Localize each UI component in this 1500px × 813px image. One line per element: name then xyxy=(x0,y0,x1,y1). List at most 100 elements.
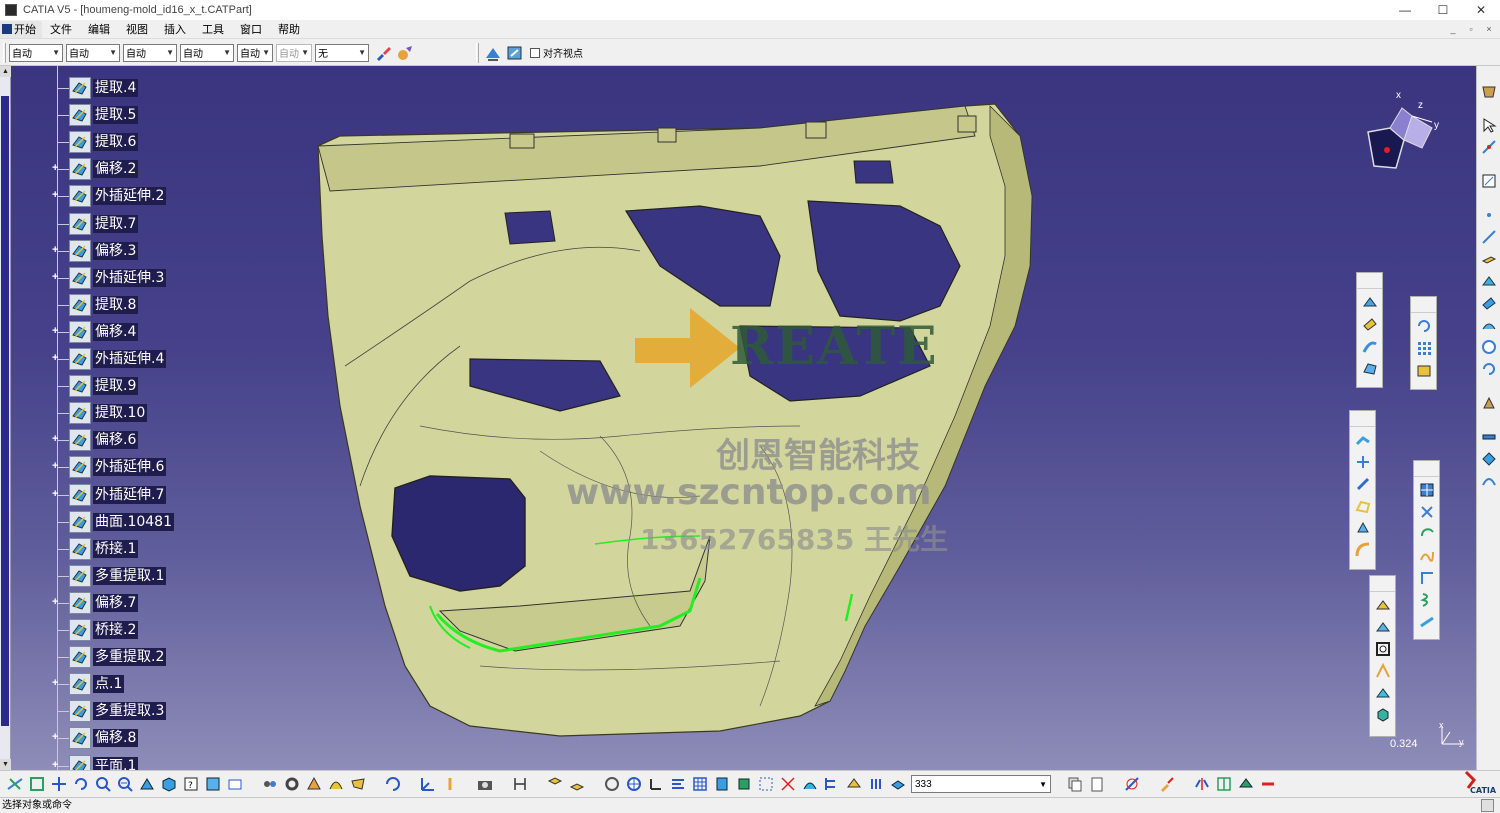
workbench-icon[interactable] xyxy=(1480,82,1498,100)
line-thickness-combo[interactable]: 自动 ▼ xyxy=(123,43,177,62)
transform-icon[interactable] xyxy=(1418,503,1436,521)
tree-item-label[interactable]: 偏移.7 xyxy=(93,593,139,612)
point-icon[interactable] xyxy=(1480,206,1498,224)
view-mode-icon[interactable] xyxy=(1236,774,1256,794)
curvature-map-icon[interactable] xyxy=(800,774,820,794)
fit-all-icon[interactable] xyxy=(27,774,47,794)
sheet-metal-icon[interactable] xyxy=(348,774,368,794)
paint-icon[interactable] xyxy=(1157,774,1177,794)
pattern-icon[interactable] xyxy=(1415,339,1433,357)
menu-tools[interactable]: 工具 xyxy=(194,21,232,37)
measure-between-icon[interactable] xyxy=(510,774,530,794)
update-icon[interactable] xyxy=(383,774,403,794)
projection-icon[interactable] xyxy=(1418,613,1436,631)
geometry-set-icon[interactable] xyxy=(545,774,565,794)
table-icon[interactable] xyxy=(690,774,710,794)
tree-item-label[interactable]: 偏移.4 xyxy=(93,322,139,341)
material-icon[interactable] xyxy=(1480,394,1498,412)
highlight-icon[interactable] xyxy=(844,774,864,794)
scroll-up-icon[interactable]: ▲ xyxy=(0,66,11,77)
align-view-checkbox[interactable]: 对齐视点 xyxy=(530,45,583,60)
cylinder-icon[interactable] xyxy=(1480,360,1498,378)
repetition-icon[interactable] xyxy=(1415,317,1433,335)
spin-icon[interactable] xyxy=(602,774,622,794)
connect-checker-icon[interactable] xyxy=(1374,596,1392,614)
extract-icon[interactable] xyxy=(1354,519,1372,537)
scroll-down-icon[interactable]: ▼ xyxy=(0,759,11,770)
cube-icon[interactable] xyxy=(1374,706,1392,724)
reframe-icon[interactable] xyxy=(1122,774,1142,794)
point-symbol-combo[interactable]: 自动 ▼ xyxy=(237,43,273,62)
surface-analysis-icon[interactable] xyxy=(1374,640,1392,658)
normal-view-icon[interactable] xyxy=(505,43,525,63)
tree-item-label[interactable]: 多重提取.1 xyxy=(93,566,167,585)
axis-icon[interactable] xyxy=(646,774,666,794)
porcupine-icon[interactable] xyxy=(1374,684,1392,702)
paste-icon[interactable] xyxy=(1087,774,1107,794)
part-design-icon[interactable] xyxy=(304,774,324,794)
paintbrush-icon[interactable] xyxy=(373,43,393,63)
camera-icon[interactable] xyxy=(475,774,495,794)
zoom-in-icon[interactable] xyxy=(93,774,113,794)
menu-file[interactable]: 文件 xyxy=(42,21,80,37)
layer-stack-icon[interactable] xyxy=(712,774,732,794)
boundary-icon[interactable] xyxy=(1354,497,1372,515)
tree-item-label[interactable]: 外插延伸.3 xyxy=(93,268,167,287)
tree-item-label[interactable]: 提取.9 xyxy=(93,377,139,396)
menu-window[interactable]: 窗口 xyxy=(232,21,270,37)
color-combo[interactable]: 自动 ▼ xyxy=(9,43,63,62)
swap-space-icon[interactable] xyxy=(225,774,245,794)
toolbar-grip[interactable] xyxy=(3,42,6,63)
sketcher-icon[interactable] xyxy=(1480,138,1498,156)
properties-list-icon[interactable] xyxy=(866,774,886,794)
grid-snap-icon[interactable] xyxy=(1214,774,1234,794)
globe-icon[interactable] xyxy=(624,774,644,794)
tree-item-label[interactable]: 外插延伸.2 xyxy=(93,187,167,206)
hide-show-icon[interactable] xyxy=(203,774,223,794)
compass-icon[interactable] xyxy=(1362,90,1442,170)
toolbar-header[interactable] xyxy=(1414,463,1439,477)
tree-scrollbar[interactable]: ▲ ▼ xyxy=(0,66,11,770)
tree-item-label[interactable]: 提取.4 xyxy=(93,79,139,97)
helix-icon[interactable] xyxy=(1418,591,1436,609)
graphic-properties-icon[interactable] xyxy=(395,43,415,63)
tree-expand-icon[interactable] xyxy=(822,774,842,794)
copy-icon[interactable] xyxy=(1065,774,1085,794)
sweep-surface-icon[interactable] xyxy=(1361,337,1379,355)
rendering-style-combo[interactable]: 自动 ▼ xyxy=(276,43,312,62)
tree-item-label[interactable]: 提取.10 xyxy=(93,404,148,423)
symmetry-icon[interactable] xyxy=(1192,774,1212,794)
catalog-icon[interactable] xyxy=(260,774,280,794)
doc-restore-button[interactable]: ▫ xyxy=(1464,22,1478,35)
align-icon[interactable] xyxy=(668,774,688,794)
remove-icon[interactable] xyxy=(1258,774,1278,794)
tree-item-label[interactable]: 偏移.6 xyxy=(93,431,139,450)
tree-item-label[interactable]: 曲面.10481 xyxy=(93,512,174,531)
analysis-icon[interactable] xyxy=(1480,450,1498,468)
revolve-surface-icon[interactable] xyxy=(1361,315,1379,333)
shading-icon[interactable]: ? xyxy=(181,774,201,794)
join-icon[interactable] xyxy=(1354,431,1372,449)
tree-item-label[interactable]: 桥接.1 xyxy=(93,539,139,558)
extrude-surface-icon[interactable] xyxy=(1361,293,1379,311)
tree-item-label[interactable]: 点.1 xyxy=(93,675,125,694)
sphere-icon[interactable] xyxy=(1480,338,1498,356)
transparency-combo[interactable]: 自动 ▼ xyxy=(66,43,120,62)
tree-item-label[interactable]: 偏移.2 xyxy=(93,160,139,179)
tree-item-label[interactable]: 多重提取.2 xyxy=(93,648,167,667)
frame-icon[interactable] xyxy=(756,774,776,794)
menu-view[interactable]: 视图 xyxy=(118,21,156,37)
tree-item-label[interactable]: 外插延伸.6 xyxy=(93,458,167,477)
layer-combo[interactable]: 333 ▼ xyxy=(911,775,1051,793)
offset-icon[interactable] xyxy=(1480,272,1498,290)
plane-icon[interactable] xyxy=(1480,250,1498,268)
menu-edit[interactable]: 编辑 xyxy=(80,21,118,37)
doc-minimize-button[interactable]: _ xyxy=(1446,22,1460,35)
layer-icon[interactable] xyxy=(888,774,908,794)
toolbar-grip[interactable] xyxy=(476,42,479,63)
circle-icon[interactable] xyxy=(1418,525,1436,543)
surface-icon[interactable] xyxy=(1480,316,1498,334)
rotate-icon[interactable] xyxy=(71,774,91,794)
toolbar-header[interactable] xyxy=(1357,275,1382,289)
zoom-out-icon[interactable] xyxy=(115,774,135,794)
